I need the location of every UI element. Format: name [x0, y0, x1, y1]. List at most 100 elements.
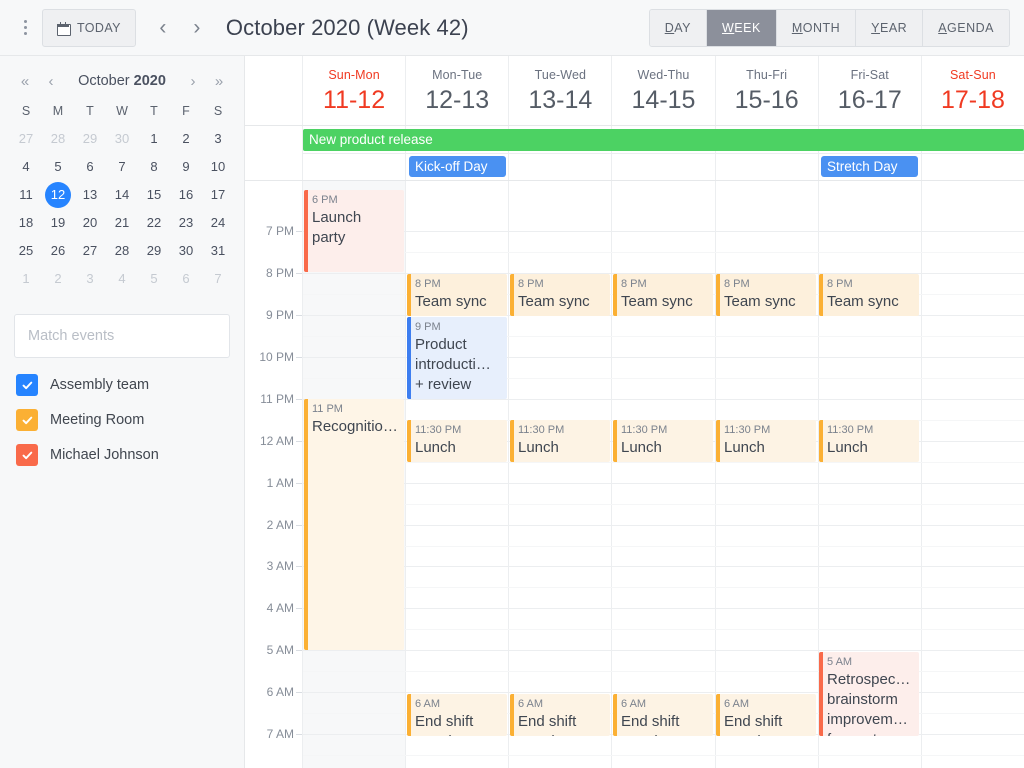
- filter-row[interactable]: Assembly team: [16, 374, 230, 396]
- mini-last-year-button[interactable]: »: [208, 70, 230, 92]
- calendar-event[interactable]: 11:30 PM Lunch: [715, 420, 816, 462]
- mini-calendar-day[interactable]: 10: [202, 154, 234, 180]
- mini-calendar-day[interactable]: 25: [10, 238, 42, 264]
- search-input[interactable]: [14, 314, 230, 358]
- calendar-event[interactable]: 11:30 PM Lunch: [613, 420, 713, 462]
- calendar-event[interactable]: 6 PM Launch party: [304, 190, 404, 272]
- mini-calendar-day[interactable]: 30: [170, 238, 202, 264]
- day-header[interactable]: Wed-Thu 14-15: [611, 56, 715, 125]
- checkbox-checked-icon[interactable]: [16, 409, 38, 431]
- mini-calendar-day[interactable]: 1: [138, 126, 170, 152]
- calendar-event[interactable]: 6 AM End shift meeting: [406, 694, 507, 736]
- mini-calendar-day[interactable]: 28: [42, 126, 74, 152]
- mini-calendar-day[interactable]: 24: [202, 210, 234, 236]
- mini-calendar-day[interactable]: 4: [10, 154, 42, 180]
- mini-calendar-day[interactable]: 22: [138, 210, 170, 236]
- day-column[interactable]: [611, 181, 714, 768]
- calendar-event[interactable]: 8 PM Team sync up: [509, 274, 610, 316]
- mini-calendar-day[interactable]: 20: [74, 210, 106, 236]
- mini-calendar-day[interactable]: 19: [42, 210, 74, 236]
- mini-calendar-day[interactable]: 7: [106, 154, 138, 180]
- calendar-event[interactable]: 11 PM Recognitio…: [304, 399, 404, 650]
- day-column[interactable]: [405, 181, 508, 768]
- day-header[interactable]: Fri-Sat 16-17: [817, 56, 921, 125]
- calendar-event[interactable]: 8 PM Team sync up: [715, 274, 816, 316]
- all-day-event[interactable]: Kick-off Day: [408, 156, 506, 177]
- mini-next-month-button[interactable]: ›: [182, 70, 204, 92]
- mini-calendar-day[interactable]: 6: [74, 154, 106, 180]
- all-day-cell[interactable]: [714, 154, 818, 180]
- today-button[interactable]: TODAY: [42, 8, 136, 47]
- view-button-agenda[interactable]: A GENDA: [923, 10, 1009, 46]
- mini-calendar-day[interactable]: 21: [106, 210, 138, 236]
- calendar-event[interactable]: 8 PM Team sync up: [819, 274, 919, 316]
- mini-calendar-day[interactable]: 27: [10, 126, 42, 152]
- day-header[interactable]: Mon-Tue 12-13: [405, 56, 509, 125]
- mini-calendar-day-selected[interactable]: 12: [42, 182, 74, 208]
- all-day-cell[interactable]: [508, 154, 611, 180]
- mini-calendar-day[interactable]: 13: [74, 182, 106, 208]
- checkbox-checked-icon[interactable]: [16, 444, 38, 466]
- calendar-event[interactable]: 11:30 PM Lunch: [819, 420, 919, 462]
- mini-calendar-day[interactable]: 4: [106, 266, 138, 292]
- all-day-event[interactable]: New product release: [303, 129, 1024, 151]
- calendar-event[interactable]: 11:30 PM Lunch: [406, 420, 507, 462]
- filter-row[interactable]: Michael Johnson: [16, 444, 230, 466]
- calendar-event[interactable]: 6 AM End shift meeting: [715, 694, 816, 736]
- view-button-week[interactable]: W EEK: [706, 10, 777, 46]
- mini-calendar-day[interactable]: 29: [74, 126, 106, 152]
- mini-calendar-day[interactable]: 31: [202, 238, 234, 264]
- all-day-cell[interactable]: [303, 154, 405, 180]
- day-column[interactable]: [920, 181, 1024, 768]
- day-header[interactable]: Thu-Fri 15-16: [714, 56, 818, 125]
- calendar-event[interactable]: 6 AM End shift meeting: [509, 694, 610, 736]
- mini-calendar-day[interactable]: 7: [202, 266, 234, 292]
- mini-calendar-day[interactable]: 17: [202, 182, 234, 208]
- mini-calendar-day[interactable]: 26: [42, 238, 74, 264]
- mini-calendar-day[interactable]: 8: [138, 154, 170, 180]
- day-header[interactable]: Tue-Wed 13-14: [508, 56, 612, 125]
- day-column[interactable]: [508, 181, 611, 768]
- next-week-button[interactable]: ›: [180, 9, 214, 47]
- all-day-event[interactable]: Stretch Day: [821, 156, 918, 177]
- checkbox-checked-icon[interactable]: [16, 374, 38, 396]
- view-button-year[interactable]: Y EAR: [856, 10, 924, 46]
- mini-calendar-day[interactable]: 2: [170, 126, 202, 152]
- calendar-event[interactable]: 8 PM Team sync up: [406, 274, 507, 316]
- mini-calendar-day[interactable]: 6: [170, 266, 202, 292]
- mini-calendar-day[interactable]: 18: [10, 210, 42, 236]
- day-header[interactable]: Sun-Mon 11-12: [303, 56, 406, 125]
- calendar-event[interactable]: 6 AM End shift meeting: [613, 694, 713, 736]
- kebab-menu-icon[interactable]: [14, 11, 36, 45]
- mini-calendar-day[interactable]: 5: [42, 154, 74, 180]
- all-day-cell[interactable]: [611, 154, 714, 180]
- mini-calendar-day[interactable]: 2: [42, 266, 74, 292]
- mini-calendar-day[interactable]: 29: [138, 238, 170, 264]
- mini-calendar-day[interactable]: 14: [106, 182, 138, 208]
- view-button-month[interactable]: M ONTH: [776, 10, 857, 46]
- mini-calendar-day[interactable]: 15: [138, 182, 170, 208]
- calendar-event[interactable]: 5 AM Retrospec… brainstorm improvem… for …: [819, 652, 919, 736]
- mini-calendar-day[interactable]: 30: [106, 126, 138, 152]
- mini-calendar-day[interactable]: 3: [74, 266, 106, 292]
- mini-calendar-day[interactable]: 16: [170, 182, 202, 208]
- mini-calendar-day[interactable]: 11: [10, 182, 42, 208]
- mini-calendar-day[interactable]: 1: [10, 266, 42, 292]
- mini-calendar-day[interactable]: 28: [106, 238, 138, 264]
- mini-calendar-day[interactable]: 3: [202, 126, 234, 152]
- mini-calendar-day[interactable]: 9: [170, 154, 202, 180]
- mini-calendar-day[interactable]: 23: [170, 210, 202, 236]
- mini-first-year-button[interactable]: «: [14, 70, 36, 92]
- mini-calendar-day[interactable]: 27: [74, 238, 106, 264]
- mini-calendar-day[interactable]: 5: [138, 266, 170, 292]
- day-column[interactable]: [714, 181, 818, 768]
- calendar-event[interactable]: 8 PM Team sync up: [613, 274, 713, 316]
- view-button-day[interactable]: D AY: [649, 10, 707, 46]
- day-header[interactable]: Sat-Sun 17-18: [920, 56, 1024, 125]
- mini-prev-month-button[interactable]: ‹: [40, 70, 62, 92]
- previous-week-button[interactable]: ‹: [146, 9, 180, 47]
- all-day-cell[interactable]: [920, 154, 1024, 180]
- calendar-event[interactable]: 11:30 PM Lunch: [509, 420, 610, 462]
- calendar-event[interactable]: 9 PM Product introducti… + review: [406, 317, 507, 399]
- filter-row[interactable]: Meeting Room: [16, 409, 230, 431]
